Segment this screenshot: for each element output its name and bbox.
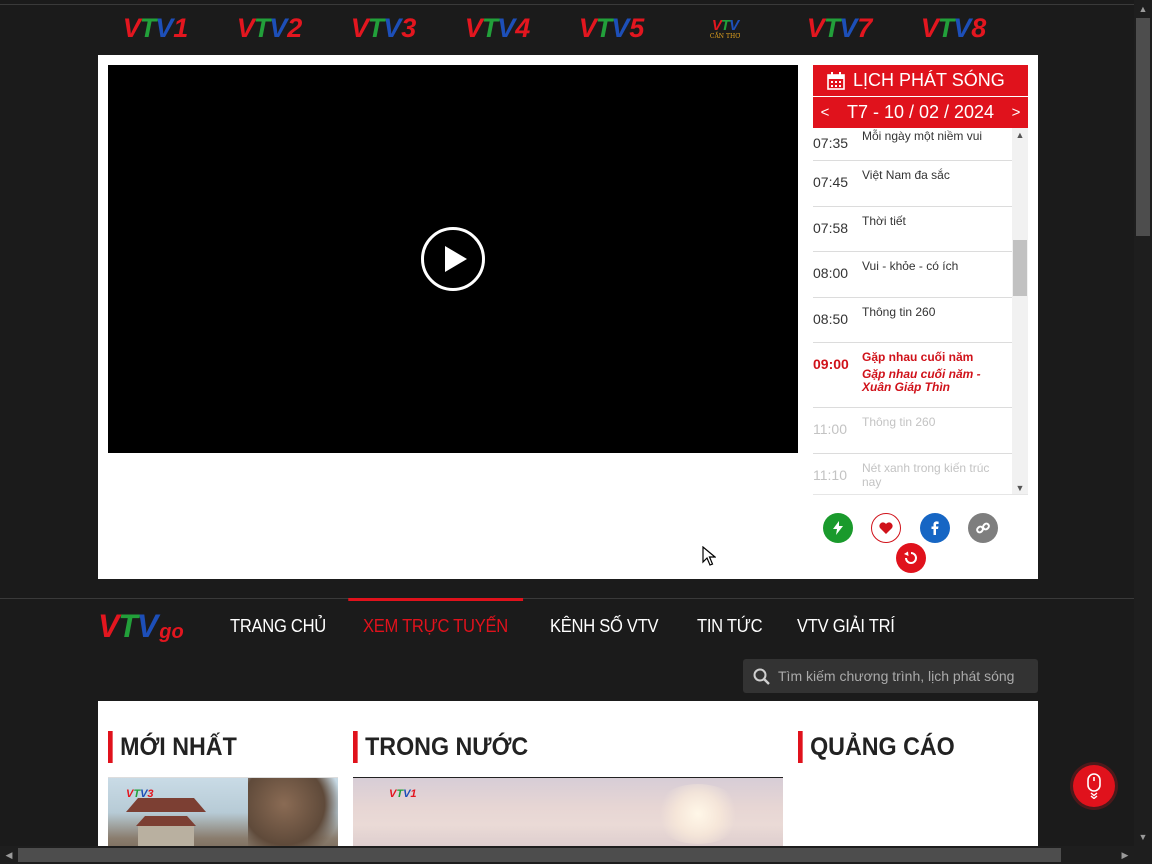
nav-item-digital-channels[interactable]: KÊNH SỐ VTV <box>550 598 659 654</box>
facebook-icon <box>931 521 939 535</box>
reload-button[interactable] <box>896 543 926 573</box>
action-buttons <box>823 513 1013 573</box>
scrollbar-corner <box>1134 846 1152 864</box>
section-title-latest: MỚI NHẤT <box>108 731 237 763</box>
top-divider <box>0 4 1134 5</box>
logo-suffix: go <box>159 621 184 643</box>
current-program-subtitle: Gặp nhau cuối năm - Xuân Giáp Thìn <box>862 367 981 394</box>
channel-sub-label: CẦN THƠ <box>709 32 741 40</box>
schedule-item-current[interactable]: 09:00 Gặp nhau cuối năm Gặp nhau cuối nă… <box>813 343 1012 408</box>
schedule-item[interactable]: 08:50 Thông tin 260 <box>813 298 1012 343</box>
link-icon <box>976 522 990 534</box>
channel-vtv5[interactable]: VTV5 <box>554 8 668 48</box>
play-icon <box>444 246 467 272</box>
lightning-icon <box>833 521 843 535</box>
schedule-list[interactable]: 07:35 Mỗi ngày một niềm vui 07:45 Việt N… <box>813 128 1028 495</box>
channel-vtv1[interactable]: VTV1 <box>98 8 212 48</box>
channel-vtv-can-tho[interactable]: VTV CẦN THƠ <box>668 8 782 48</box>
page-scroll-up-icon[interactable]: ▲ <box>1134 0 1152 18</box>
page-horizontal-thumb[interactable] <box>18 848 1061 862</box>
video-player[interactable] <box>108 65 798 453</box>
search-input[interactable] <box>778 668 1024 684</box>
next-day-button[interactable]: > <box>1010 104 1022 121</box>
page-horizontal-scrollbar[interactable]: ◀ ▶ <box>0 846 1134 864</box>
scroll-mouse-button[interactable] <box>1073 765 1115 807</box>
schedule-date-bar: < T7 - 10 / 02 / 2024 > <box>813 97 1028 128</box>
schedule-item[interactable]: 07:58 Thời tiết <box>813 207 1012 252</box>
vtvgo-logo[interactable]: VTV go <box>98 608 184 645</box>
prev-day-button[interactable]: < <box>819 104 831 121</box>
nav-item-live[interactable]: XEM TRỰC TUYẾN <box>348 598 523 654</box>
schedule-item[interactable]: 07:35 Mỗi ngày một niềm vui <box>813 128 1012 161</box>
content-area: MỚI NHẤT TRONG NƯỚC QUẢNG CÁO VTV3 VTV1 <box>98 701 1038 864</box>
facebook-share-button[interactable] <box>920 513 950 543</box>
reload-icon <box>904 551 917 564</box>
nav-item-home[interactable]: TRANG CHỦ <box>230 598 326 654</box>
player-panel: LỊCH PHÁT SÓNG < T7 - 10 / 02 / 2024 > 0… <box>98 55 1038 579</box>
thumbnail-badge: VTV3 <box>126 788 154 800</box>
schedule-item[interactable]: 11:10 Nét xanh trong kiến trúc nay <box>813 454 1012 494</box>
scroll-up-icon[interactable]: ▲ <box>1012 128 1028 142</box>
page-scroll-left-icon[interactable]: ◀ <box>0 846 18 864</box>
heart-icon <box>879 522 893 534</box>
schedule-item[interactable]: 11:00 Thông tin 260 <box>813 408 1012 454</box>
channel-vtv3[interactable]: VTV3 <box>326 8 440 48</box>
channel-vtv4[interactable]: VTV4 <box>440 8 554 48</box>
schedule-panel: LỊCH PHÁT SÓNG < T7 - 10 / 02 / 2024 > 0… <box>813 65 1028 495</box>
page-scroll-right-icon[interactable]: ▶ <box>1116 846 1134 864</box>
section-title-domestic: TRONG NƯỚC <box>353 731 528 763</box>
calendar-icon <box>827 71 845 90</box>
copy-link-button[interactable] <box>968 513 998 543</box>
scroll-down-icon[interactable]: ▼ <box>1012 481 1028 494</box>
main-nav: VTV go TRANG CHỦ XEM TRỰC TUYẾN KÊNH SỐ … <box>98 598 1038 654</box>
page-vertical-scrollbar[interactable]: ▲ ▼ <box>1134 0 1152 846</box>
schedule-title: LỊCH PHÁT SÓNG <box>853 70 1005 90</box>
mouse-icon <box>1087 773 1101 799</box>
schedule-scrollbar[interactable]: ▲ ▼ <box>1012 128 1028 494</box>
search-icon <box>753 668 770 685</box>
sunset-image <box>653 784 743 844</box>
mouse-cursor-icon <box>702 546 716 566</box>
section-title-ads: QUẢNG CÁO <box>798 731 955 763</box>
schedule-item[interactable]: 07:45 Việt Nam đa sắc <box>813 161 1012 207</box>
nav-menu: TRANG CHỦ XEM TRỰC TUYẾN KÊNH SỐ VTV TIN… <box>230 598 932 654</box>
channel-vtv8[interactable]: VTV8 <box>896 8 1010 48</box>
channel-bar: VTV1 VTV2 VTV3 VTV4 VTV5 VTV CẦN THƠ VTV… <box>98 8 1038 48</box>
thumbnail-badge: VTV1 <box>389 788 417 800</box>
temple-gate-image <box>126 792 206 864</box>
nav-item-news[interactable]: TIN TỨC <box>697 598 763 654</box>
play-button[interactable] <box>421 227 485 291</box>
schedule-item[interactable]: 08:00 Vui - khỏe - có ích <box>813 252 1012 298</box>
page-scroll-down-icon[interactable]: ▼ <box>1134 828 1152 846</box>
schedule-header: LỊCH PHÁT SÓNG <box>813 65 1028 96</box>
current-program-title: Gặp nhau cuối năm <box>862 350 974 364</box>
favorite-button[interactable] <box>871 513 901 543</box>
nav-item-entertainment[interactable]: VTV GIẢI TRÍ <box>797 598 895 654</box>
page-vertical-thumb[interactable] <box>1136 18 1150 236</box>
channel-vtv7[interactable]: VTV7 <box>782 8 896 48</box>
search-box <box>743 659 1038 693</box>
channel-vtv2[interactable]: VTV2 <box>212 8 326 48</box>
schedule-date: T7 - 10 / 02 / 2024 <box>846 102 995 122</box>
quality-button[interactable] <box>823 513 853 543</box>
schedule-scroll-thumb[interactable] <box>1013 240 1027 296</box>
